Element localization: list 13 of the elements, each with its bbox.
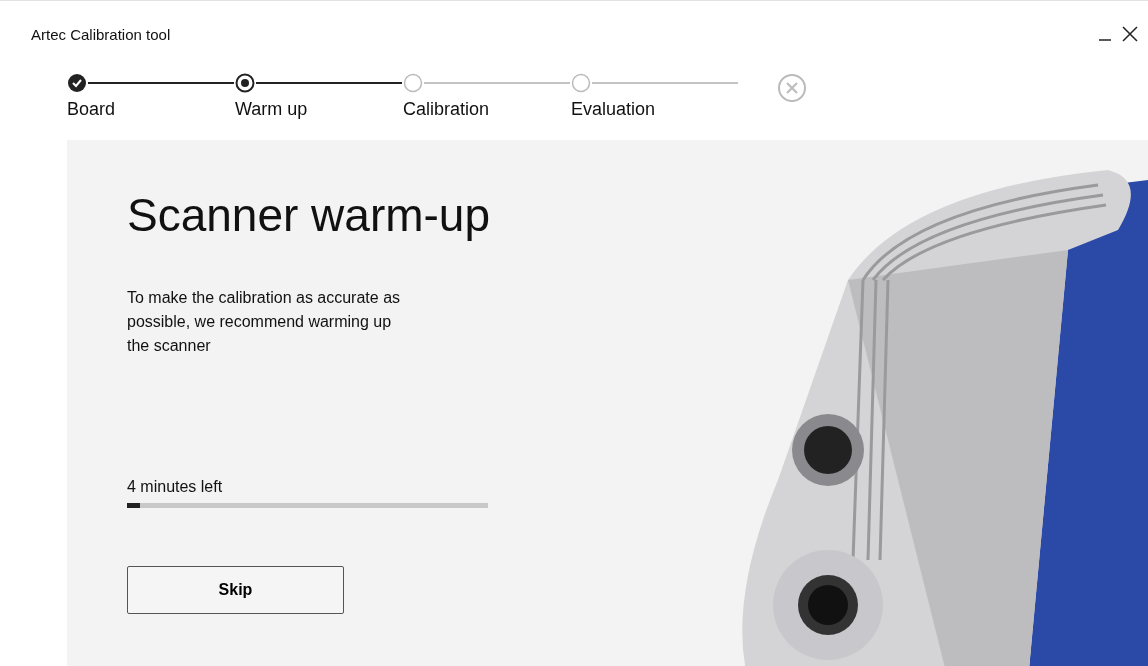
time-remaining-text: 4 minutes left [127, 478, 224, 496]
window-title: Artec Calibration tool [31, 25, 172, 43]
step-label: Warm up [235, 99, 308, 120]
step-label: Board [67, 99, 116, 120]
step-label: Calibration [403, 99, 490, 120]
step-label: Evaluation [571, 99, 656, 120]
skip-button[interactable]: Skip [127, 566, 344, 614]
page-heading: Scanner warm-up [127, 188, 492, 242]
minimize-icon [1098, 39, 1112, 41]
close-button[interactable] [1122, 26, 1138, 42]
close-icon [1122, 26, 1138, 42]
cancel-icon [777, 73, 807, 103]
description-text: To make the calibration as accurate as possible, we recommend warming up the scanner [127, 288, 402, 356]
